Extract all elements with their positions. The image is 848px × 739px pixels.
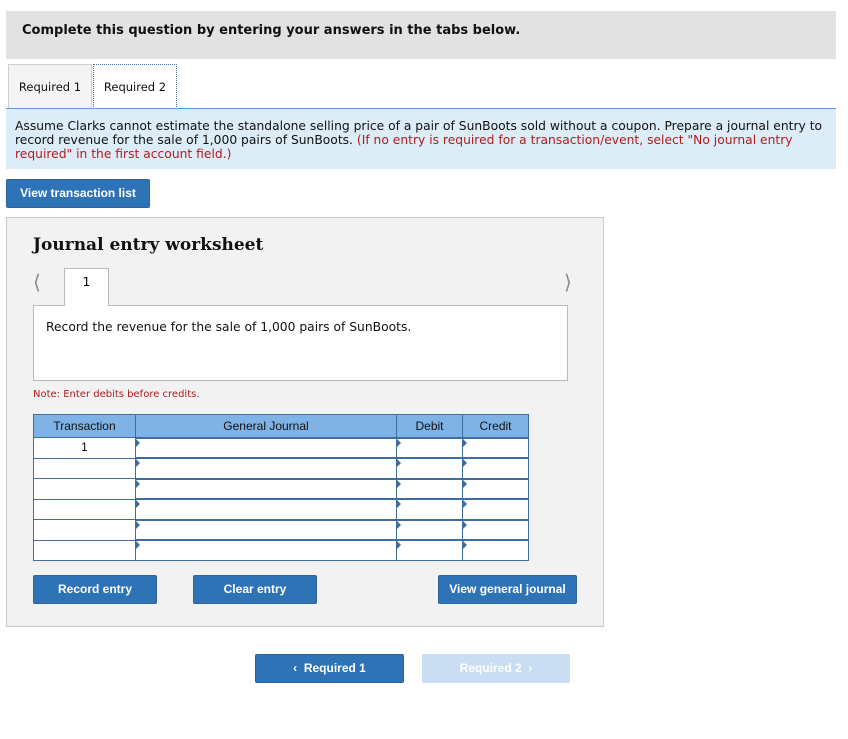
table-row [33,457,529,479]
table-row [33,498,529,520]
chevron-right-icon[interactable]: ⟩ [564,270,572,294]
worksheet-title: Journal entry worksheet [33,235,264,255]
worksheet-tab-1[interactable]: 1 [64,268,109,306]
instructions-panel: Assume Clarks cannot estimate the standa… [6,108,836,169]
table-row: 1 [33,436,529,459]
table-row [33,539,529,561]
column-header-transaction: Transaction [33,414,136,438]
chevron-left-icon: ‹ [293,661,304,675]
debit-field[interactable] [396,498,463,520]
clear-entry-button[interactable]: Clear entry [193,575,317,604]
tab-required-1[interactable]: Required 1 [8,64,92,109]
debit-field[interactable] [396,436,463,459]
header-title: Complete this question by entering your … [22,23,521,38]
journal-table: Transaction General Journal Debit Credit… [33,414,529,561]
question-header: Complete this question by entering your … [6,11,836,59]
prev-required-button[interactable]: ‹ Required 1 [255,654,404,683]
table-row [33,518,529,541]
transaction-cell [33,457,136,479]
debit-field[interactable] [396,539,463,561]
view-transaction-list-button[interactable]: View transaction list [6,179,150,208]
account-field[interactable] [135,436,397,459]
credit-field[interactable] [462,518,529,541]
debits-note: Note: Enter debits before credits. [33,389,200,400]
journal-entry-worksheet: Journal entry worksheet ⟨ ⟩ 1 Record the… [6,217,604,627]
chevron-left-icon[interactable]: ⟨ [33,270,41,294]
transaction-cell [33,498,136,520]
account-field[interactable] [135,477,397,500]
tab-required-2[interactable]: Required 2 [93,64,177,109]
account-field[interactable] [135,498,397,520]
worksheet-description: Record the revenue for the sale of 1,000… [33,305,568,381]
credit-field[interactable] [462,457,529,479]
column-header-credit: Credit [462,414,529,438]
transaction-cell [33,519,136,541]
debit-field[interactable] [396,518,463,541]
description-text: Record the revenue for the sale of 1,000… [46,320,412,334]
transaction-cell [33,539,136,561]
prev-required-label: Required 1 [303,661,366,675]
view-general-journal-button[interactable]: View general journal [438,575,577,604]
transaction-cell [33,478,136,500]
account-field[interactable] [135,518,397,541]
account-field[interactable] [135,457,397,479]
debit-field[interactable] [396,457,463,479]
transaction-cell: 1 [33,437,136,459]
column-header-debit: Debit [396,414,463,438]
next-required-label: Required 2 [459,661,522,675]
chevron-right-icon: › [521,661,533,675]
credit-field[interactable] [462,477,529,500]
debit-field[interactable] [396,477,463,500]
next-required-button: Required 2 › [422,654,570,683]
credit-field[interactable] [462,539,529,561]
credit-field[interactable] [462,498,529,520]
table-row [33,477,529,500]
account-field[interactable] [135,539,397,561]
credit-field[interactable] [462,436,529,459]
record-entry-button[interactable]: Record entry [33,575,157,604]
column-header-general-journal: General Journal [135,414,397,438]
